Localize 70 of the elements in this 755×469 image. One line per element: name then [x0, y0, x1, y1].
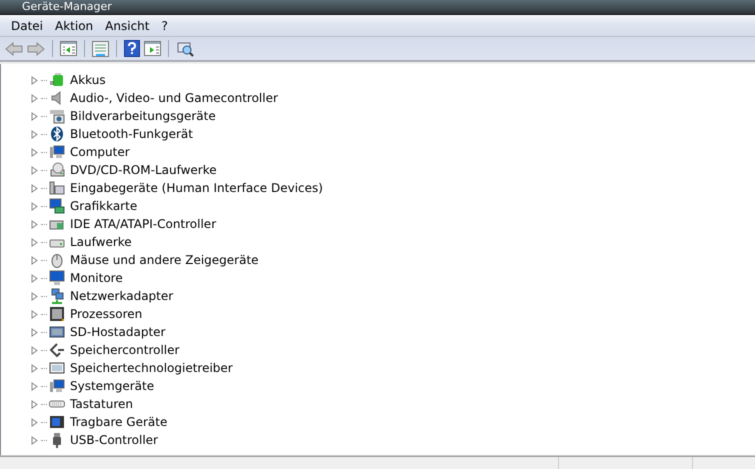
- tree-item[interactable]: Eingabegeräte (Human Interface Devices): [70, 181, 323, 195]
- disc-drive-icon: [49, 162, 65, 178]
- expand-arrow-icon[interactable]: [31, 256, 38, 264]
- tree-item[interactable]: Speichertechnologietreiber: [70, 361, 233, 375]
- expand-arrow-icon[interactable]: [31, 274, 38, 282]
- tree-item[interactable]: Tragbare Geräte: [70, 415, 168, 429]
- menu-item[interactable]: Aktion: [49, 16, 100, 34]
- expand-arrow-icon[interactable]: [31, 166, 38, 174]
- expand-arrow-icon[interactable]: [31, 130, 38, 138]
- expand-arrow-icon[interactable]: [31, 364, 38, 372]
- tree-item[interactable]: IDE ATA/ATAPI-Controller: [70, 217, 216, 231]
- menu-item[interactable]: ?: [155, 16, 174, 34]
- properties-icon[interactable]: [92, 40, 109, 56]
- tree-item[interactable]: Monitore: [70, 271, 123, 285]
- mouse-icon: [49, 252, 65, 268]
- expand-arrow-icon[interactable]: [31, 346, 38, 354]
- tree-item[interactable]: Bluetooth-Funkgerät: [70, 127, 193, 141]
- memory-controller-icon: [49, 342, 65, 358]
- bluetooth-icon: [49, 126, 65, 142]
- tree-item[interactable]: Tastaturen: [70, 397, 133, 411]
- network-icon: [49, 288, 65, 304]
- panel-toggle-icon[interactable]: [60, 41, 77, 56]
- expand-arrow-icon[interactable]: [31, 328, 38, 336]
- tree-item[interactable]: Systemgeräte: [70, 379, 154, 393]
- expand-arrow-icon[interactable]: [31, 436, 38, 444]
- expand-arrow-icon[interactable]: [31, 76, 38, 84]
- computer-icon: [49, 144, 65, 160]
- tree-item[interactable]: Prozessoren: [70, 307, 142, 321]
- card-adapter-icon: [49, 324, 65, 340]
- tree-item[interactable]: Netzwerkadapter: [70, 289, 174, 303]
- tree-item[interactable]: Laufwerke: [70, 235, 132, 249]
- expand-arrow-icon[interactable]: [31, 418, 38, 426]
- expand-arrow-icon[interactable]: [31, 184, 38, 192]
- tree-item[interactable]: USB-Controller: [70, 433, 158, 447]
- processor-icon: [49, 306, 65, 322]
- monitor-icon: [49, 270, 65, 286]
- tree-item[interactable]: SD-Hostadapter: [70, 325, 166, 339]
- tree-item[interactable]: Grafikkarte: [70, 199, 138, 213]
- storage-driver-icon: [49, 360, 65, 376]
- expand-arrow-icon[interactable]: [31, 94, 38, 102]
- camera-icon: [49, 108, 65, 124]
- tree-item[interactable]: Speichercontroller: [70, 343, 180, 357]
- back-arrow-icon[interactable]: [5, 42, 23, 56]
- expand-arrow-icon[interactable]: [31, 112, 38, 120]
- battery-icon: [49, 72, 65, 88]
- window-title: Geräte-Manager: [22, 1, 112, 13]
- tree-item[interactable]: Mäuse und andere Zeigegeräte: [70, 253, 259, 267]
- expand-arrow-icon[interactable]: [31, 310, 38, 318]
- tree-item[interactable]: Akkus: [70, 73, 106, 87]
- menu-item[interactable]: Ansicht: [99, 16, 156, 34]
- graphics-card-icon: [49, 198, 65, 214]
- input-device-icon: [49, 180, 65, 196]
- help-icon[interactable]: [124, 40, 140, 57]
- panel-toggle-icon[interactable]: [144, 41, 161, 56]
- forward-arrow-icon[interactable]: [27, 42, 45, 56]
- scan-hardware-icon[interactable]: [176, 40, 194, 56]
- expand-arrow-icon[interactable]: [31, 202, 38, 210]
- tree-item[interactable]: Bildverarbeitungsgeräte: [70, 109, 216, 123]
- tree-item[interactable]: Audio-, Video- und Gamecontroller: [70, 91, 278, 105]
- expand-arrow-icon[interactable]: [31, 292, 38, 300]
- system-device-icon: [49, 378, 65, 394]
- expand-arrow-icon[interactable]: [31, 220, 38, 228]
- expand-arrow-icon[interactable]: [31, 148, 38, 156]
- portable-device-icon: [49, 414, 65, 430]
- menu-item[interactable]: Datei: [5, 16, 50, 34]
- expand-arrow-icon[interactable]: [31, 400, 38, 408]
- tree-item[interactable]: DVD/CD-ROM-Laufwerke: [70, 163, 217, 177]
- tree-item[interactable]: Computer: [70, 145, 130, 159]
- expand-arrow-icon[interactable]: [31, 382, 38, 390]
- expand-arrow-icon[interactable]: [31, 238, 38, 246]
